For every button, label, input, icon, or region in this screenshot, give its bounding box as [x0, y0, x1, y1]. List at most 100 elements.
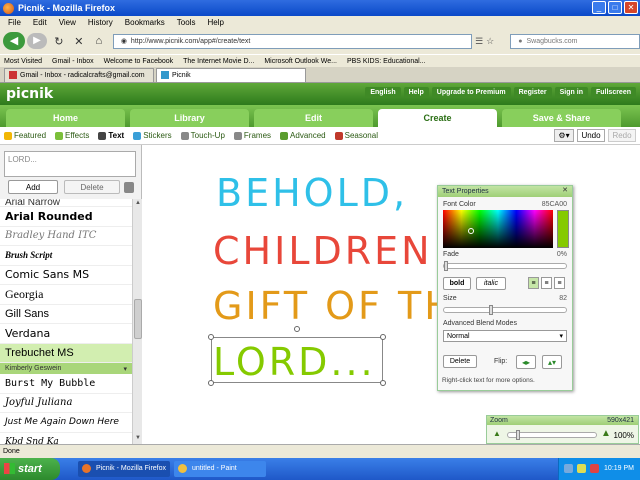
color-picker-cursor[interactable] [468, 228, 474, 234]
delete-button[interactable]: Delete [443, 355, 477, 368]
font-item-selected[interactable]: Trebuchet MS [0, 343, 132, 363]
text-selection-box[interactable] [208, 326, 386, 386]
bookmark-outlook[interactable]: Microsoft Outlook We... [264, 58, 337, 65]
zoom-in-icon[interactable]: ▲ [601, 428, 611, 439]
bold-button[interactable]: bold [443, 277, 471, 290]
taskbar-item-firefox[interactable]: Picnik - Mozilla Firefox [78, 461, 170, 477]
resize-handle[interactable] [380, 380, 386, 386]
zoom-header[interactable]: Zoom 590x421 [487, 416, 638, 425]
align-center-button[interactable]: ≡ [541, 277, 552, 289]
upgrade-link[interactable]: Upgrade to Premium [431, 87, 511, 98]
rotate-handle[interactable] [294, 326, 300, 332]
picnik-logo[interactable]: picnik [6, 86, 53, 102]
menu-tools[interactable]: Tools [171, 18, 202, 27]
zoom-out-icon[interactable]: ▲ [493, 429, 501, 438]
fullscreen-link[interactable]: Fullscreen [590, 87, 636, 98]
sign-in-link[interactable]: Sign in [554, 87, 588, 98]
home-icon[interactable]: ⌂ [91, 35, 107, 47]
help-dropdown[interactable]: Help [403, 87, 429, 98]
font-item[interactable]: Burst My Bubble [0, 374, 132, 394]
color-picker[interactable] [443, 210, 553, 248]
tab-save-share[interactable]: Save & Share [502, 109, 621, 127]
undo-button[interactable]: Undo [577, 129, 605, 142]
bookmark-most-visited[interactable]: Most Visited [4, 58, 42, 65]
taskbar-item-paint[interactable]: untitled - Paint [174, 461, 266, 477]
size-slider[interactable] [443, 305, 567, 315]
bookmark-gmail[interactable]: Gmail - Inbox [52, 58, 94, 65]
add-button[interactable]: Add [8, 180, 58, 194]
tab-home[interactable]: Home [6, 109, 125, 127]
tab-picnik[interactable]: Picnik [156, 68, 306, 82]
canvas-text-line[interactable]: BEHOLD, [216, 171, 408, 215]
forward-button[interactable]: ▶ [26, 33, 47, 49]
size-slider-knob[interactable] [489, 305, 493, 315]
subtab-seasonal[interactable]: Seasonal [334, 131, 378, 140]
menu-history[interactable]: History [82, 18, 119, 27]
fade-slider-knob[interactable] [444, 261, 448, 271]
text-input[interactable]: LORD... [4, 151, 136, 177]
resize-handle[interactable] [380, 334, 386, 340]
delete-text-button[interactable]: Delete [64, 180, 120, 194]
register-link[interactable]: Register [513, 87, 552, 98]
subtab-advanced[interactable]: Advanced [280, 131, 326, 140]
rss-icon[interactable]: ☰ [475, 36, 483, 47]
subtab-frames[interactable]: Frames [233, 131, 271, 140]
bookmark-imdb[interactable]: The Internet Movie D... [183, 58, 254, 65]
bookmark-pbs-kids[interactable]: PBS KIDS: Educational... [347, 58, 426, 65]
bookmark-facebook[interactable]: Welcome to Facebook [104, 58, 174, 65]
font-item[interactable]: Just Me Again Down Here [0, 413, 132, 433]
close-button[interactable]: ✕ [624, 1, 638, 14]
italic-button[interactable]: italic [476, 277, 506, 290]
font-item[interactable]: Kbd Snd Ka [0, 433, 132, 444]
lock-icon[interactable] [124, 182, 134, 193]
scroll-down-icon[interactable]: ▼ [134, 435, 142, 443]
font-item[interactable]: Comic Sans MS [0, 266, 132, 285]
font-item[interactable]: Arial Narrow [0, 199, 132, 207]
subtab-touch-up[interactable]: Touch-Up [180, 131, 225, 140]
flip-vertical-button[interactable]: ▴▾ [542, 355, 562, 369]
blend-mode-select[interactable]: Normal ▾ [443, 330, 567, 342]
volume-icon[interactable] [577, 464, 586, 473]
url-bar[interactable]: ◉ http://www.picnik.com/app#/create/text [112, 33, 473, 49]
maximize-button[interactable]: □ [608, 1, 622, 14]
network-icon[interactable] [564, 464, 573, 473]
canvas-text-line[interactable]: GIFT OF TH [213, 284, 456, 328]
menu-bookmarks[interactable]: Bookmarks [119, 18, 171, 27]
stop-icon[interactable]: ✕ [71, 35, 87, 48]
zoom-slider[interactable] [507, 430, 597, 440]
font-item[interactable]: Gill Sans [0, 305, 132, 324]
flip-horizontal-button[interactable]: ◂▸ [516, 355, 536, 369]
bookmark-star-icon[interactable]: ☆ [486, 36, 494, 47]
minimize-button[interactable]: _ [592, 1, 606, 14]
panel-title[interactable]: Text Properties [438, 186, 572, 197]
menu-help[interactable]: Help [201, 18, 229, 27]
antivirus-icon[interactable] [590, 464, 599, 473]
scroll-thumb[interactable] [134, 299, 142, 339]
font-list-scrollbar[interactable]: ▲ ▼ [132, 199, 142, 444]
gear-icon[interactable]: ⚙▾ [554, 129, 574, 142]
font-item[interactable]: Arial Rounded [0, 207, 132, 227]
subtab-featured[interactable]: Featured [4, 131, 46, 140]
fade-slider[interactable] [443, 261, 567, 271]
reload-icon[interactable]: ↻ [51, 35, 67, 48]
tab-edit[interactable]: Edit [254, 109, 373, 127]
subtab-stickers[interactable]: Stickers [133, 131, 172, 140]
menu-file[interactable]: File [2, 18, 27, 27]
font-item[interactable]: Brush Script [0, 246, 132, 266]
font-group-header[interactable]: Kimberly Geswein ▾ [0, 363, 132, 374]
font-item[interactable]: Joyful Juliana [0, 394, 132, 413]
align-right-button[interactable]: ≡ [554, 277, 565, 289]
menu-edit[interactable]: Edit [27, 18, 53, 27]
subtab-effects[interactable]: Effects [55, 131, 89, 140]
close-icon[interactable]: ✕ [561, 187, 569, 195]
redo-button[interactable]: Redo [608, 129, 636, 142]
back-button[interactable]: ◀ [3, 32, 25, 50]
resize-handle[interactable] [208, 380, 214, 386]
font-item[interactable]: Georgia [0, 285, 132, 305]
font-item[interactable]: Verdana [0, 324, 132, 344]
language-dropdown[interactable]: English [365, 87, 401, 98]
scroll-up-icon[interactable]: ▲ [134, 200, 142, 208]
zoom-slider-knob[interactable] [516, 430, 520, 440]
font-item[interactable]: Bradley Hand ITC [0, 227, 132, 246]
tab-create[interactable]: Create [378, 109, 497, 127]
